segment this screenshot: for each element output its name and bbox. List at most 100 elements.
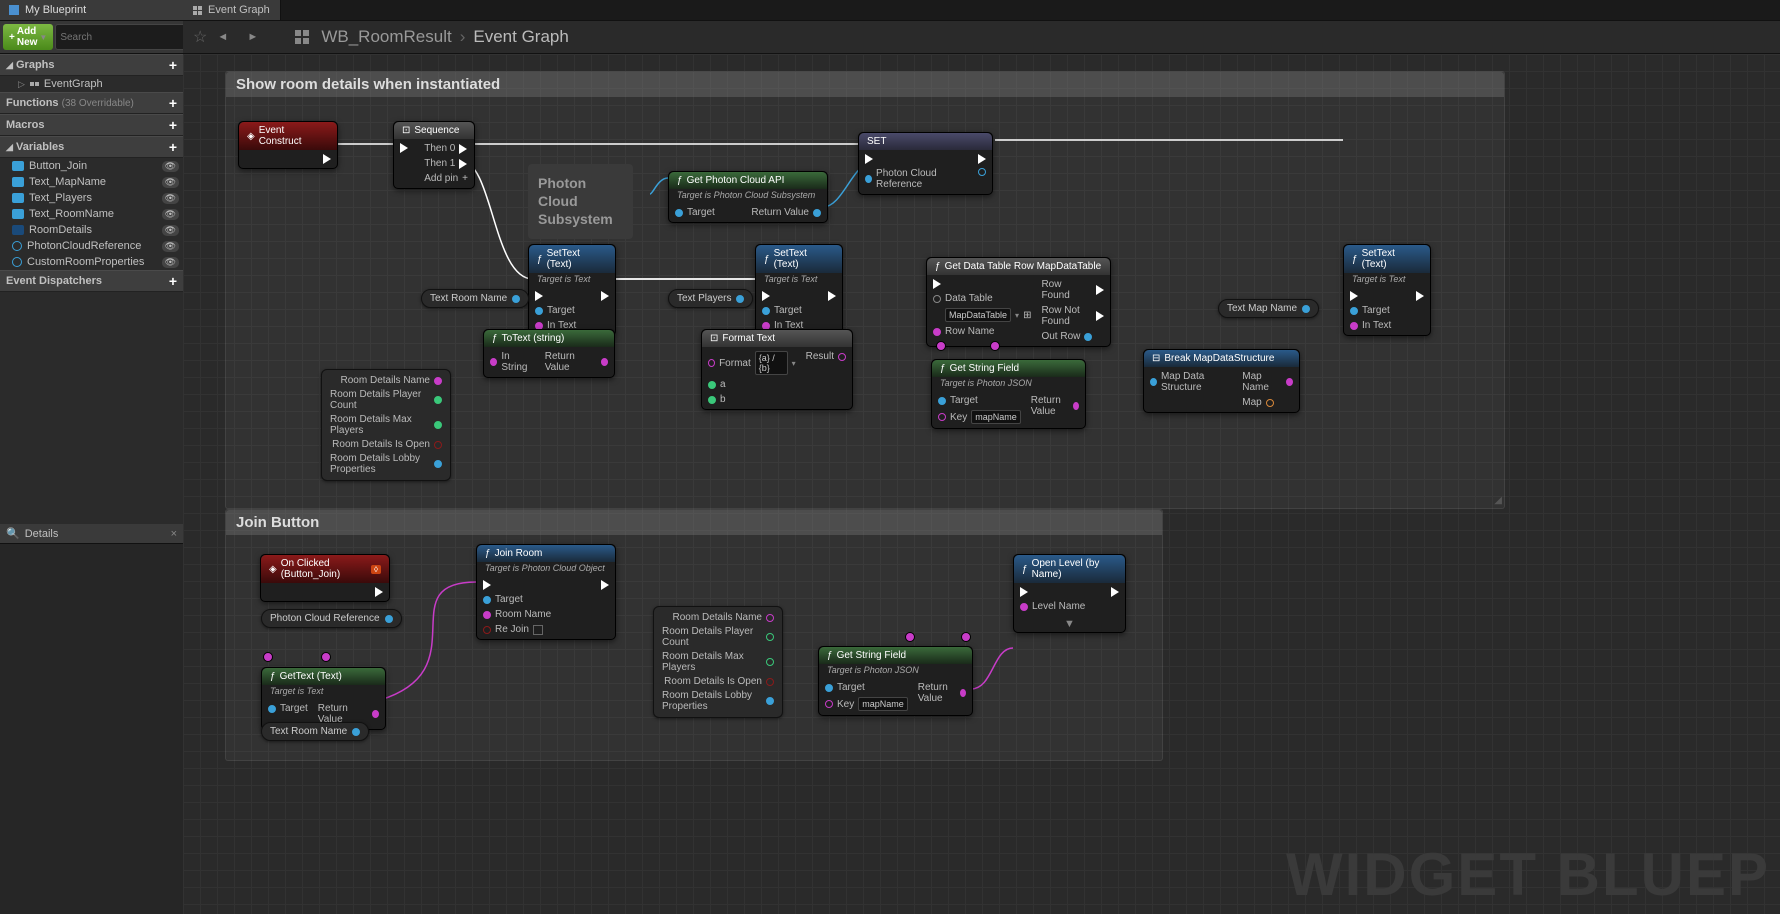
variable-item[interactable]: Text_Players👁	[0, 190, 183, 206]
var-label: Text_MapName	[29, 176, 106, 188]
reroute-node[interactable]	[961, 632, 971, 642]
section-variables[interactable]: ◢ Variables +	[0, 136, 183, 158]
variable-item[interactable]: Button_Join👁	[0, 158, 183, 174]
var-node-textroomname[interactable]: Text Room Name	[421, 289, 529, 308]
comment-title[interactable]: Show room details when instantiated	[226, 72, 1504, 97]
pin-label: Return Value	[751, 207, 809, 218]
tab-eventgraph[interactable]: Event Graph	[183, 0, 281, 20]
section-functions[interactable]: Functions (38 Overridable) +	[0, 92, 183, 114]
node-totext[interactable]: ƒToText (string) In String Return Value	[483, 329, 615, 378]
key-value[interactable]: mapName	[971, 410, 1021, 424]
details-panel-body	[0, 544, 183, 914]
resize-handle-icon[interactable]: ◢	[1494, 495, 1502, 506]
key-value[interactable]: mapName	[858, 697, 908, 711]
breadcrumb-item[interactable]: WB_RoomResult	[321, 27, 451, 47]
node-room-details[interactable]: Room Details Name Room Details Player Co…	[321, 369, 451, 481]
panel-tab-myblueprint[interactable]: My Blueprint	[0, 0, 183, 21]
section-macros[interactable]: Macros +	[0, 114, 183, 136]
visibility-toggle[interactable]: 👁	[162, 225, 179, 236]
plus-icon[interactable]: +	[462, 173, 468, 184]
grid-icon	[193, 6, 203, 15]
eventgraph-label: EventGraph	[44, 78, 103, 90]
reroute-node[interactable]	[990, 341, 1000, 351]
visibility-toggle[interactable]: 👁	[162, 193, 179, 204]
var-node-photon-cloud-ref[interactable]: Photon Cloud Reference	[261, 609, 402, 628]
var-label: Text Players	[677, 293, 731, 304]
pin-label[interactable]: Add pin	[424, 173, 458, 184]
node-get-photon-api[interactable]: ƒGet Photon Cloud API Target is Photon C…	[668, 171, 828, 223]
node-open-level[interactable]: ƒOpen Level (by Name) Level Name ▼	[1013, 554, 1126, 633]
variable-item[interactable]: CustomRoomProperties👁	[0, 254, 183, 270]
function-icon: ƒ	[677, 175, 683, 186]
node-title: Open Level (by Name)	[1032, 558, 1117, 580]
visibility-toggle[interactable]: 👁	[162, 177, 179, 188]
section-graphs[interactable]: ◢ Graphs +	[0, 54, 183, 76]
graph-canvas[interactable]: WIDGET BLUEP Show room details when inst…	[183, 54, 1780, 914]
sticky-note[interactable]: Photon Cloud Subsystem	[528, 164, 633, 239]
visibility-toggle[interactable]: 👁	[162, 161, 179, 172]
node-get-datatable-row[interactable]: ƒGet Data Table Row MapDataTable Data Ta…	[926, 257, 1111, 347]
node-on-clicked[interactable]: ◈On Clicked (Button_Join) ◊	[260, 554, 390, 602]
node-gettext[interactable]: ƒGetText (Text) Target is Text Target Re…	[261, 667, 386, 730]
dispatchers-label: Event Dispatchers	[6, 275, 102, 287]
node-break-mapdata[interactable]: ⊟Break MapDataStructure Map Data Structu…	[1143, 349, 1300, 413]
add-variable-button[interactable]: +	[169, 139, 177, 155]
node-join-room[interactable]: ƒJoin Room Target is Photon Cloud Object…	[476, 544, 616, 640]
add-macro-button[interactable]: +	[169, 117, 177, 133]
pin-label: Room Details Max Players	[330, 414, 430, 436]
add-function-button[interactable]: +	[169, 95, 177, 111]
pin-label: Target	[837, 682, 865, 693]
reroute-node[interactable]	[936, 341, 946, 351]
visibility-toggle[interactable]: 👁	[162, 209, 179, 220]
nav-forward-button[interactable]: ►	[247, 31, 267, 43]
node-get-string-field-2[interactable]: ƒGet String Field Target is Photon JSON …	[818, 646, 973, 716]
search-input[interactable]	[55, 24, 197, 50]
variable-item[interactable]: Text_RoomName👁	[0, 206, 183, 222]
node-get-string-field[interactable]: ƒGet String Field Target is Photon JSON …	[931, 359, 1086, 429]
node-format-text[interactable]: ⊡Format Text Format {a} / {b} ▾ a b Resu…	[701, 329, 853, 410]
delegate-icon: ◊	[371, 565, 381, 574]
pin-label: Room Details Player Count	[330, 389, 430, 411]
pin-label: Return Value	[918, 682, 956, 704]
node-room-details-2[interactable]: Room Details Name Room Details Player Co…	[653, 606, 783, 718]
node-settext-1[interactable]: ƒSetText (Text) Target is Text Target In…	[528, 244, 616, 336]
browse-icon[interactable]: ⊞	[1023, 310, 1031, 321]
function-icon: ƒ	[537, 254, 543, 265]
node-settext-3[interactable]: ƒSetText (Text) Target is Text Target In…	[1343, 244, 1431, 336]
node-sequence[interactable]: ⊡Sequence Then 0 Then 1 Add pin +	[393, 121, 475, 189]
format-value[interactable]: {a} / {b}	[755, 351, 788, 375]
node-event-construct[interactable]: ◈Event Construct	[238, 121, 338, 169]
var-type-icon	[12, 209, 24, 219]
var-node-textmapname[interactable]: Text Map Name	[1218, 299, 1319, 318]
variable-item[interactable]: RoomDetails👁	[0, 222, 183, 238]
node-settext-2[interactable]: ƒSetText (Text) Target is Text Target In…	[755, 244, 843, 336]
close-icon[interactable]: ×	[171, 528, 177, 540]
checkbox-icon[interactable]	[533, 625, 543, 635]
add-new-button[interactable]: + Add New ▼	[3, 24, 53, 50]
section-dispatchers[interactable]: Event Dispatchers +	[0, 270, 183, 292]
var-node-textroomname2[interactable]: Text Room Name	[261, 722, 369, 741]
variable-item[interactable]: PhotonCloudReference👁	[0, 238, 183, 254]
grid-icon	[295, 30, 311, 44]
node-set[interactable]: SET Photon Cloud Reference	[858, 132, 993, 195]
visibility-toggle[interactable]: 👁	[162, 257, 179, 268]
reroute-node[interactable]	[263, 652, 273, 662]
variable-item[interactable]: Text_MapName 👁	[0, 174, 183, 190]
pin-label: Map Data Structure	[1161, 371, 1232, 393]
tree-item-eventgraph[interactable]: ▷ EventGraph	[0, 76, 183, 92]
graph-toolbar: ☆ ◄ ► WB_RoomResult › Event Graph	[183, 21, 1780, 54]
add-graph-button[interactable]: +	[169, 57, 177, 73]
datatable-value[interactable]: MapDataTable	[945, 308, 1011, 322]
details-panel-header[interactable]: 🔍 Details ×	[0, 524, 183, 544]
node-title: GetText (Text)	[280, 671, 342, 682]
chevron-down-icon[interactable]: ▼	[1014, 616, 1125, 632]
nav-back-button[interactable]: ◄	[217, 31, 237, 43]
reroute-node[interactable]	[321, 652, 331, 662]
star-icon[interactable]: ☆	[193, 27, 207, 47]
visibility-toggle[interactable]: 👁	[162, 241, 179, 252]
comment-title[interactable]: Join Button	[226, 510, 1162, 535]
add-dispatcher-button[interactable]: +	[169, 273, 177, 289]
reroute-node[interactable]	[905, 632, 915, 642]
node-title: Break MapDataStructure	[1164, 353, 1274, 364]
var-node-textplayers[interactable]: Text Players	[668, 289, 753, 308]
